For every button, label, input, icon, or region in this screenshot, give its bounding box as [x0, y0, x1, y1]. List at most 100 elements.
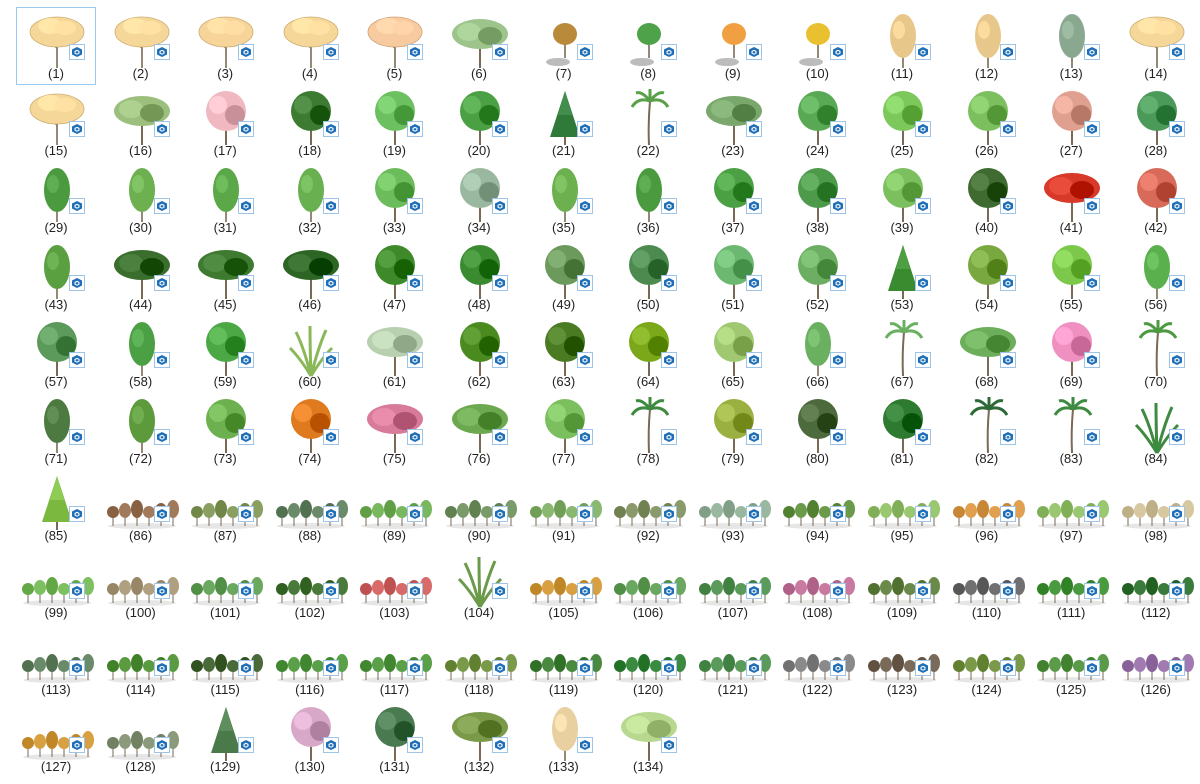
- file-item[interactable]: (109): [862, 546, 942, 624]
- file-item[interactable]: (52): [777, 238, 857, 316]
- file-item[interactable]: (92): [608, 469, 688, 547]
- file-item[interactable]: (100): [101, 546, 181, 624]
- file-item[interactable]: (117): [354, 623, 434, 701]
- file-item[interactable]: (41): [1031, 161, 1111, 239]
- file-item[interactable]: (105): [524, 546, 604, 624]
- file-item[interactable]: (1): [16, 7, 96, 85]
- file-item[interactable]: (9): [693, 7, 773, 85]
- file-item[interactable]: (8): [608, 7, 688, 85]
- file-item[interactable]: (50): [608, 238, 688, 316]
- file-item[interactable]: (99): [16, 546, 96, 624]
- file-item[interactable]: (133): [524, 700, 604, 778]
- file-item[interactable]: (67): [862, 315, 942, 393]
- file-item[interactable]: (91): [524, 469, 604, 547]
- file-item[interactable]: (75): [354, 392, 434, 470]
- file-item[interactable]: (110): [947, 546, 1027, 624]
- file-item[interactable]: (127): [16, 700, 96, 778]
- file-item[interactable]: (32): [270, 161, 350, 239]
- file-item[interactable]: (73): [185, 392, 265, 470]
- file-item[interactable]: (40): [947, 161, 1027, 239]
- file-item[interactable]: (24): [777, 84, 857, 162]
- file-item[interactable]: (79): [693, 392, 773, 470]
- file-item[interactable]: (130): [270, 700, 350, 778]
- file-item[interactable]: (31): [185, 161, 265, 239]
- file-item[interactable]: (54): [947, 238, 1027, 316]
- file-item[interactable]: (34): [439, 161, 519, 239]
- file-item[interactable]: (10): [777, 7, 857, 85]
- file-item[interactable]: (113): [16, 623, 96, 701]
- file-item[interactable]: (16): [101, 84, 181, 162]
- file-item[interactable]: (119): [524, 623, 604, 701]
- file-item[interactable]: (23): [693, 84, 773, 162]
- file-item[interactable]: (103): [354, 546, 434, 624]
- file-item[interactable]: (61): [354, 315, 434, 393]
- file-item[interactable]: (12): [947, 7, 1027, 85]
- file-item[interactable]: (19): [354, 84, 434, 162]
- file-item[interactable]: (82): [947, 392, 1027, 470]
- file-item[interactable]: (2): [101, 7, 181, 85]
- file-item[interactable]: (114): [101, 623, 181, 701]
- file-item[interactable]: (90): [439, 469, 519, 547]
- file-item[interactable]: (3): [185, 7, 265, 85]
- file-item[interactable]: (15): [16, 84, 96, 162]
- file-item[interactable]: (64): [608, 315, 688, 393]
- file-item[interactable]: (55): [1031, 238, 1111, 316]
- file-item[interactable]: (78): [608, 392, 688, 470]
- file-item[interactable]: (47): [354, 238, 434, 316]
- file-item[interactable]: (120): [608, 623, 688, 701]
- file-item[interactable]: (125): [1031, 623, 1111, 701]
- file-item[interactable]: (56): [1116, 238, 1196, 316]
- file-item[interactable]: (37): [693, 161, 773, 239]
- file-item[interactable]: (62): [439, 315, 519, 393]
- file-item[interactable]: (126): [1116, 623, 1196, 701]
- file-item[interactable]: (29): [16, 161, 96, 239]
- file-item[interactable]: (27): [1031, 84, 1111, 162]
- file-item[interactable]: (76): [439, 392, 519, 470]
- file-item[interactable]: (11): [862, 7, 942, 85]
- file-item[interactable]: (111): [1031, 546, 1111, 624]
- file-item[interactable]: (84): [1116, 392, 1196, 470]
- file-item[interactable]: (7): [524, 7, 604, 85]
- file-item[interactable]: (5): [354, 7, 434, 85]
- file-item[interactable]: (38): [777, 161, 857, 239]
- file-item[interactable]: (132): [439, 700, 519, 778]
- file-item[interactable]: (30): [101, 161, 181, 239]
- file-item[interactable]: (107): [693, 546, 773, 624]
- file-item[interactable]: (121): [693, 623, 773, 701]
- file-item[interactable]: (95): [862, 469, 942, 547]
- file-item[interactable]: (17): [185, 84, 265, 162]
- file-item[interactable]: (96): [947, 469, 1027, 547]
- file-item[interactable]: (102): [270, 546, 350, 624]
- file-item[interactable]: (97): [1031, 469, 1111, 547]
- file-item[interactable]: (68): [947, 315, 1027, 393]
- file-item[interactable]: (93): [693, 469, 773, 547]
- file-item[interactable]: (51): [693, 238, 773, 316]
- file-item[interactable]: (21): [524, 84, 604, 162]
- file-item[interactable]: (123): [862, 623, 942, 701]
- file-item[interactable]: (46): [270, 238, 350, 316]
- file-item[interactable]: (124): [947, 623, 1027, 701]
- file-item[interactable]: (48): [439, 238, 519, 316]
- file-item[interactable]: (57): [16, 315, 96, 393]
- file-item[interactable]: (85): [16, 469, 96, 547]
- file-item[interactable]: (66): [777, 315, 857, 393]
- file-item[interactable]: (53): [862, 238, 942, 316]
- file-item[interactable]: (72): [101, 392, 181, 470]
- file-item[interactable]: (22): [608, 84, 688, 162]
- file-item[interactable]: (20): [439, 84, 519, 162]
- file-item[interactable]: (39): [862, 161, 942, 239]
- file-item[interactable]: (45): [185, 238, 265, 316]
- file-item[interactable]: (88): [270, 469, 350, 547]
- file-item[interactable]: (59): [185, 315, 265, 393]
- file-item[interactable]: (65): [693, 315, 773, 393]
- file-item[interactable]: (115): [185, 623, 265, 701]
- file-item[interactable]: (116): [270, 623, 350, 701]
- file-item[interactable]: (81): [862, 392, 942, 470]
- file-item[interactable]: (80): [777, 392, 857, 470]
- file-item[interactable]: (106): [608, 546, 688, 624]
- file-item[interactable]: (18): [270, 84, 350, 162]
- file-item[interactable]: (71): [16, 392, 96, 470]
- file-item[interactable]: (63): [524, 315, 604, 393]
- file-item[interactable]: (134): [608, 700, 688, 778]
- file-item[interactable]: (108): [777, 546, 857, 624]
